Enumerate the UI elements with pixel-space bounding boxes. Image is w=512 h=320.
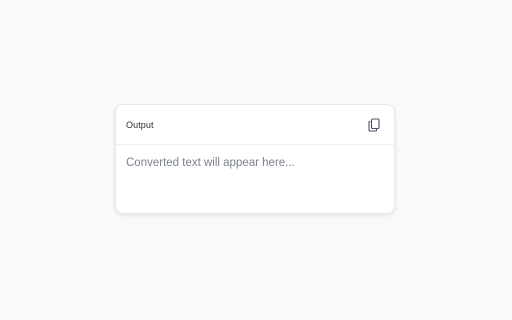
copy-icon <box>368 117 380 132</box>
output-title: Output <box>126 119 154 130</box>
output-card: Output Converted text will appear here..… <box>115 104 395 214</box>
copy-button[interactable] <box>364 115 384 135</box>
output-area[interactable]: Converted text will appear here... <box>116 145 394 181</box>
output-card-header: Output <box>116 105 394 145</box>
output-placeholder: Converted text will appear here... <box>126 157 295 169</box>
